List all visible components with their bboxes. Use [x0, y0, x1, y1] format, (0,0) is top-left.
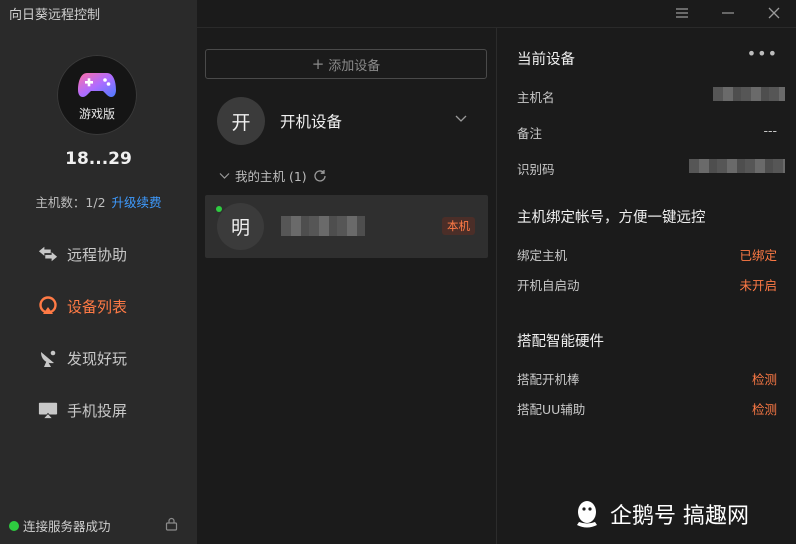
avatar[interactable]: 游戏版 [57, 55, 137, 135]
nav-label: 远程协助 [67, 245, 128, 264]
boot-avatar: 开 [217, 97, 265, 145]
chevron-down-icon [455, 115, 467, 122]
local-machine-badge: 本机 [442, 217, 475, 235]
minimize-icon[interactable] [718, 4, 738, 22]
status-text: 连接服务器成功 [23, 519, 111, 534]
close-icon[interactable] [764, 4, 784, 22]
satellite-dish-icon [38, 348, 58, 368]
plus-icon: + [311, 55, 325, 73]
device-code-redacted [689, 159, 785, 173]
remark-value[interactable]: --- [763, 123, 777, 138]
group-label: 我的主机 (1) [235, 169, 307, 184]
sidebar: 向日葵远程控制 游戏版 18...29 主机数：1/2 升级续费 远程协助 设备… [0, 0, 197, 544]
menu-icon[interactable] [672, 4, 692, 22]
nav-device-list[interactable]: 设备列表 [38, 292, 127, 320]
add-device-label: 添加设备 [328, 58, 381, 74]
bind-section-title: 主机绑定帐号，方便一键远控 [517, 210, 706, 226]
lock-icon[interactable] [165, 517, 178, 535]
power-stick-label: 搭配开机棒 [517, 372, 580, 387]
connection-status: 连接服务器成功 [9, 516, 111, 535]
current-device-title: 当前设备 [517, 52, 575, 68]
nav-label: 设备列表 [67, 297, 128, 316]
nav-discover[interactable]: 发现好玩 [38, 344, 127, 372]
hardware-section-title: 搭配智能硬件 [517, 334, 604, 350]
device-list-icon [38, 296, 58, 316]
online-indicator [216, 206, 222, 212]
host-count: 主机数：1/2 [35, 195, 106, 210]
device-name-redacted [281, 216, 365, 236]
host-count-line: 主机数：1/2 升级续费 [0, 192, 197, 211]
device-panel: + 添加设备 开 开机设备 我的主机 (1) 明 本机 [197, 28, 497, 544]
nav-label: 手机投屏 [67, 401, 128, 420]
hostname-label: 主机名 [517, 90, 555, 105]
app-title: 向日葵远程控制 [9, 8, 101, 23]
bind-host-status[interactable]: 已绑定 [739, 245, 777, 264]
remark-label: 备注 [517, 126, 543, 141]
nav-remote-assist[interactable]: 远程协助 [38, 240, 127, 268]
uu-assist-label: 搭配UU辅助 [517, 402, 586, 417]
my-hosts-group[interactable]: 我的主机 (1) [219, 166, 327, 185]
watermark: 企鹅号 搞趣网 [574, 498, 749, 530]
user-id: 18...29 [65, 149, 132, 169]
nav-screen-cast[interactable]: 手机投屏 [38, 396, 127, 424]
edition-label: 游戏版 [78, 107, 115, 121]
watermark-text: 企鹅号 搞趣网 [610, 504, 749, 529]
device-code-label: 识别码 [517, 162, 555, 177]
auto-start-label: 开机自启动 [517, 278, 580, 293]
screen-cast-icon [38, 400, 58, 420]
more-icon[interactable]: ••• [747, 44, 778, 63]
bind-host-label: 绑定主机 [517, 248, 568, 263]
device-item[interactable]: 明 本机 [205, 195, 488, 258]
device-avatar: 明 [217, 203, 264, 250]
uu-assist-check[interactable]: 检测 [752, 399, 777, 418]
gamepad-icon [78, 73, 116, 98]
nav-label: 发现好玩 [67, 349, 128, 368]
auto-start-status[interactable]: 未开启 [739, 275, 777, 294]
power-stick-check[interactable]: 检测 [752, 369, 777, 388]
penguin-icon [577, 501, 597, 528]
chevron-down-icon [219, 172, 230, 179]
device-detail-panel: 当前设备 ••• 主机名 备注 --- 识别码 主机绑定帐号，方便一键远控 绑定… [497, 28, 796, 544]
hostname-redacted [713, 87, 785, 101]
boot-devices-row[interactable]: 开 开机设备 [217, 97, 477, 145]
upgrade-link[interactable]: 升级续费 [112, 195, 162, 210]
status-dot [9, 520, 19, 531]
boot-devices-label: 开机设备 [280, 113, 343, 131]
refresh-icon[interactable] [313, 169, 327, 183]
remote-assist-icon [38, 244, 58, 264]
add-device-button[interactable]: + 添加设备 [205, 49, 487, 79]
